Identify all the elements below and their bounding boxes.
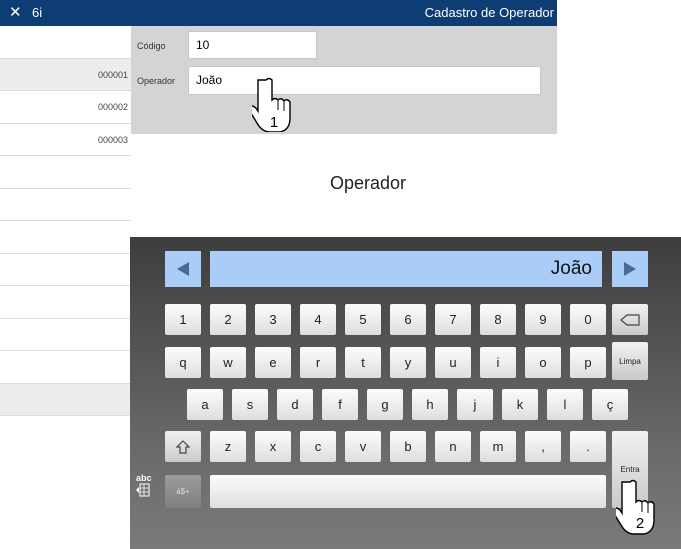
key-h[interactable]: h: [412, 389, 448, 420]
key-o[interactable]: o: [525, 347, 561, 378]
list-item[interactable]: [0, 319, 131, 351]
step-2-label: 2: [636, 515, 644, 532]
key-n[interactable]: n: [435, 431, 471, 462]
symbols-button[interactable]: á$+: [165, 475, 201, 508]
key-u[interactable]: u: [435, 347, 471, 378]
arrow-left-icon: [177, 262, 189, 276]
codigo-field[interactable]: 10: [188, 31, 317, 59]
codigo-label: Código: [137, 41, 166, 51]
backspace-icon: [620, 313, 640, 326]
key-9[interactable]: 9: [525, 304, 561, 335]
key-d[interactable]: d: [277, 389, 313, 420]
key-g[interactable]: g: [367, 389, 403, 420]
key-7[interactable]: 7: [435, 304, 471, 335]
key-t[interactable]: t: [345, 347, 381, 378]
key-4[interactable]: 4: [300, 304, 336, 335]
key-b[interactable]: b: [390, 431, 426, 462]
key-comma[interactable]: ,: [525, 431, 561, 462]
window-title: Cadastro de Operador: [424, 5, 554, 20]
key-x[interactable]: x: [255, 431, 291, 462]
key-y[interactable]: y: [390, 347, 426, 378]
keyboard-display[interactable]: João: [210, 251, 602, 287]
space-bar[interactable]: [210, 475, 606, 508]
key-6[interactable]: 6: [390, 304, 426, 335]
key-r[interactable]: r: [300, 347, 336, 378]
key-period[interactable]: .: [570, 431, 606, 462]
key-v[interactable]: v: [345, 431, 381, 462]
list-item[interactable]: 000001: [0, 58, 131, 91]
backspace-button[interactable]: [612, 304, 648, 335]
app-name: 6i: [32, 5, 43, 20]
close-icon[interactable]: ✕: [9, 4, 22, 21]
layout-indicator[interactable]: abc: [136, 473, 152, 499]
list-item[interactable]: [0, 351, 131, 384]
key-m[interactable]: m: [480, 431, 516, 462]
operator-list: 000001 000002 000003: [0, 26, 131, 416]
key-l[interactable]: l: [547, 389, 583, 420]
list-item[interactable]: 000003: [0, 124, 131, 156]
key-q[interactable]: q: [165, 347, 201, 378]
cursor-left-button[interactable]: [165, 251, 201, 287]
key-a[interactable]: a: [187, 389, 223, 420]
shift-icon: [176, 439, 190, 454]
pointer-hand-icon: 2: [616, 479, 655, 535]
pointer-hand-icon: 1: [252, 77, 291, 132]
clear-button[interactable]: Limpa: [612, 342, 648, 380]
arrow-right-icon: [624, 262, 636, 276]
list-item[interactable]: [0, 156, 131, 189]
key-e[interactable]: e: [255, 347, 291, 378]
keyboard-layout-icon: [136, 483, 150, 497]
list-item[interactable]: [0, 254, 131, 286]
key-8[interactable]: 8: [480, 304, 516, 335]
key-f[interactable]: f: [322, 389, 358, 420]
key-w[interactable]: w: [210, 347, 246, 378]
operador-field[interactable]: João: [188, 66, 541, 95]
key-5[interactable]: 5: [345, 304, 381, 335]
list-item[interactable]: [0, 383, 131, 416]
operator-form: Código 10 Operador João: [131, 26, 557, 134]
key-s[interactable]: s: [232, 389, 268, 420]
list-item[interactable]: [0, 286, 131, 319]
key-3[interactable]: 3: [255, 304, 291, 335]
key-c-cedilla[interactable]: ç: [592, 389, 628, 420]
list-item[interactable]: 000002: [0, 91, 131, 124]
key-z[interactable]: z: [210, 431, 246, 462]
list-item[interactable]: [0, 189, 131, 221]
key-j[interactable]: j: [457, 389, 493, 420]
list-item[interactable]: [0, 26, 131, 59]
cursor-right-button[interactable]: [612, 251, 648, 287]
key-c[interactable]: c: [300, 431, 336, 462]
key-1[interactable]: 1: [165, 304, 201, 335]
key-0[interactable]: 0: [570, 304, 606, 335]
virtual-keyboard: João 1 2 3 4 5 6 7 8 9 0 q w e r t y u i…: [130, 237, 681, 549]
key-p[interactable]: p: [570, 347, 606, 378]
list-item[interactable]: [0, 221, 131, 254]
shift-button[interactable]: [165, 431, 201, 462]
step-1-label: 1: [270, 114, 278, 131]
key-k[interactable]: k: [502, 389, 538, 420]
title-bar: ✕ 6i Cadastro de Operador: [0, 0, 557, 26]
operador-label: Operador: [137, 76, 176, 86]
key-2[interactable]: 2: [210, 304, 246, 335]
keyboard-caption: Operador: [330, 173, 407, 193]
key-i[interactable]: i: [480, 347, 516, 378]
